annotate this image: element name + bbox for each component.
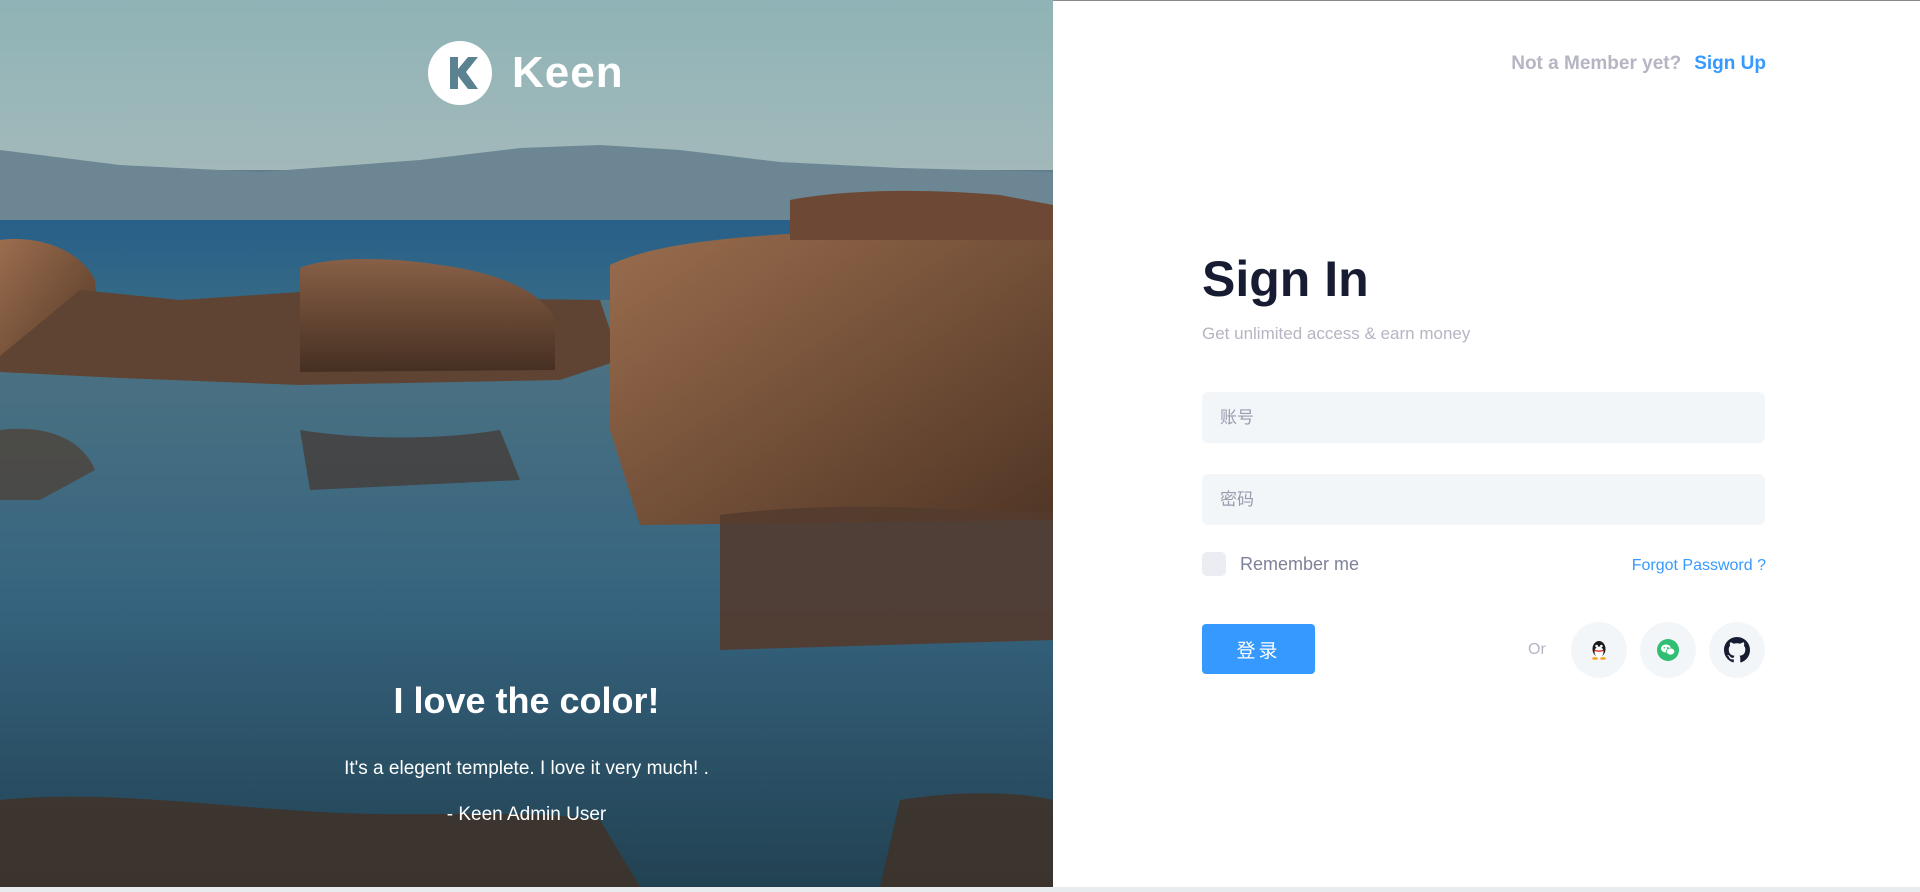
forgot-password-link[interactable]: Forgot Password ? bbox=[1632, 557, 1766, 575]
qq-icon bbox=[1592, 641, 1606, 660]
not-member-text: Not a Member yet? bbox=[1511, 53, 1682, 74]
password-input[interactable] bbox=[1202, 474, 1765, 525]
or-label: Or bbox=[1528, 641, 1546, 658]
remember-label: Remember me bbox=[1240, 553, 1360, 574]
login-page: Keen I love the color! It's a elegent te… bbox=[0, 0, 1920, 892]
remember-me[interactable]: Remember me bbox=[1202, 552, 1359, 576]
top-divider bbox=[1053, 0, 1920, 1]
sign-up-link[interactable]: Sign Up bbox=[1694, 53, 1766, 75]
signup-prompt: Not a Member yet? Sign Up bbox=[1511, 53, 1766, 75]
github-login-button[interactable] bbox=[1709, 622, 1765, 678]
hero-background-image bbox=[0, 0, 1053, 887]
hero-text: It's a elegent templete. I love it very … bbox=[344, 758, 709, 779]
keen-logo-icon bbox=[428, 41, 492, 105]
qq-login-button[interactable] bbox=[1571, 622, 1627, 678]
account-input[interactable] bbox=[1202, 392, 1765, 443]
hero-panel: Keen I love the color! It's a elegent te… bbox=[0, 0, 1053, 887]
wechat-login-button[interactable] bbox=[1640, 622, 1696, 678]
bottom-strip bbox=[0, 887, 1920, 892]
hero-title: I love the color! bbox=[393, 680, 660, 721]
hero-author: - Keen Admin User bbox=[446, 804, 607, 825]
brand-logo: Keen bbox=[428, 41, 624, 105]
login-button[interactable]: 登录 bbox=[1202, 624, 1315, 674]
sign-in-heading: Sign In Get unlimited access & earn mone… bbox=[1202, 250, 1765, 344]
page-title: Sign In bbox=[1202, 251, 1369, 307]
wechat-icon bbox=[1657, 639, 1679, 661]
github-icon bbox=[1724, 637, 1750, 663]
remember-checkbox[interactable] bbox=[1202, 552, 1226, 576]
page-subtitle: Get unlimited access & earn money bbox=[1202, 324, 1471, 343]
brand-name: Keen bbox=[512, 48, 624, 97]
